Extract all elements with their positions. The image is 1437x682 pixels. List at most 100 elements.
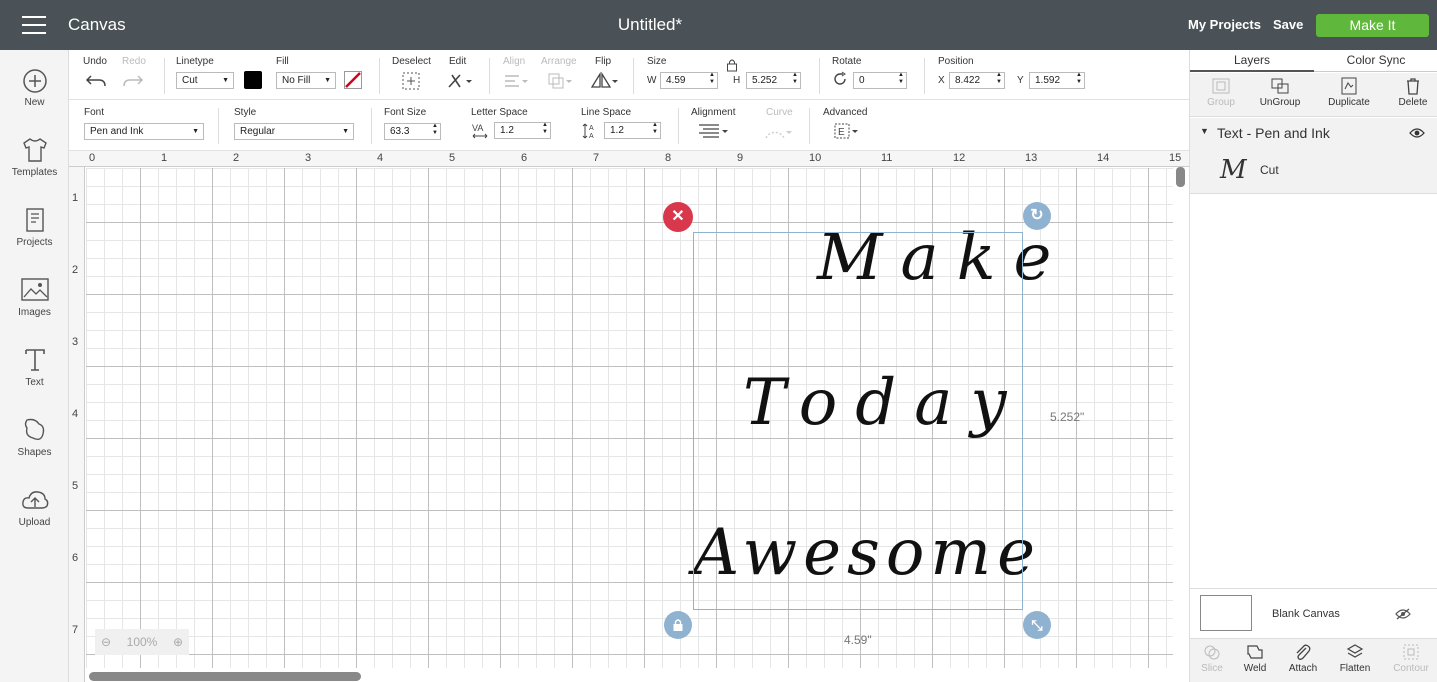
hidden-eye-icon[interactable] — [1395, 608, 1411, 620]
height-input[interactable]: 5.252 — [746, 72, 801, 89]
duplicate-icon — [1341, 77, 1357, 95]
my-projects-link[interactable]: My Projects — [1188, 17, 1261, 32]
trash-icon — [1407, 78, 1419, 95]
tab-layers[interactable]: Layers — [1190, 53, 1314, 72]
letter-space-input[interactable]: 1.2 — [494, 122, 551, 139]
redo-label: Redo — [122, 56, 146, 67]
horizontal-scrollbar[interactable] — [89, 672, 361, 681]
ruler-y-label: 2 — [72, 264, 79, 276]
projects-icon — [25, 208, 44, 232]
weld-button[interactable]: Weld — [1230, 643, 1280, 674]
ruler-y-label: 1 — [72, 192, 79, 204]
layer-group-row[interactable]: ▼ Text - Pen and Ink — [1190, 118, 1437, 148]
sidebar-item-label: Templates — [11, 167, 58, 178]
width-input[interactable]: 4.59 — [660, 72, 718, 89]
redo-icon[interactable] — [122, 72, 144, 90]
sidebar-item-upload[interactable]: Upload — [0, 486, 69, 528]
alignment-label: Alignment — [691, 107, 736, 118]
width-dimension: 4.59" — [844, 633, 872, 647]
eye-icon[interactable] — [1409, 127, 1425, 139]
line-space-label: Line Space — [581, 107, 632, 118]
sidebar-item-templates[interactable]: Templates — [0, 136, 69, 178]
sidebar-item-new[interactable]: New — [0, 68, 69, 108]
contour-button[interactable]: Contour — [1386, 643, 1436, 674]
layers-panel: Layers Color Sync Group UnGroup Duplicat… — [1189, 50, 1437, 682]
bottom-layer-tools: Slice Weld Attach Flatten Contour — [1190, 638, 1437, 682]
text-align-icon[interactable] — [697, 123, 731, 139]
font-select[interactable]: Pen and Ink — [84, 123, 204, 140]
sidebar-item-projects[interactable]: Projects — [0, 206, 69, 248]
deselect-icon[interactable] — [401, 71, 421, 91]
selection-box[interactable] — [693, 232, 1023, 610]
flatten-button[interactable]: Flatten — [1330, 643, 1380, 674]
attach-button[interactable]: Attach — [1278, 643, 1328, 674]
make-it-button[interactable]: Make It — [1316, 14, 1429, 37]
linetype-color-swatch[interactable] — [244, 71, 262, 89]
ruler-x-label: 11 — [881, 152, 893, 164]
flatten-label: Flatten — [1339, 663, 1371, 674]
sidebar-item-images[interactable]: Images — [0, 276, 69, 318]
x-label: X — [938, 75, 945, 86]
rotate-icon — [834, 71, 846, 85]
ruler-x-label: 7 — [593, 152, 600, 164]
tab-color-sync[interactable]: Color Sync — [1314, 53, 1437, 67]
expand-arrow-icon[interactable]: ▼ — [1200, 126, 1209, 136]
fill-select[interactable]: No Fill — [276, 72, 336, 89]
lock-icon[interactable] — [726, 58, 738, 72]
lock-handle[interactable] — [664, 611, 692, 639]
zoom-out-button[interactable]: ⊖ — [101, 629, 111, 655]
linetype-label: Linetype — [176, 56, 214, 67]
ruler-x-label: 0 — [89, 152, 96, 164]
flip-icon[interactable] — [589, 71, 619, 91]
duplicate-label: Duplicate — [1328, 97, 1370, 108]
rotate-handle[interactable]: ↻ — [1023, 202, 1051, 230]
ungroup-button[interactable]: UnGroup — [1249, 77, 1311, 108]
resize-icon: ⤡ — [1031, 617, 1043, 633]
ruler-y-label: 7 — [72, 624, 79, 636]
ruler-x-label: 12 — [953, 152, 966, 164]
save-button[interactable]: Save — [1273, 17, 1303, 32]
sidebar-item-shapes[interactable]: Shapes — [0, 416, 69, 458]
delete-button[interactable]: Delete — [1382, 77, 1437, 108]
x-input[interactable]: 8.422 — [949, 72, 1005, 89]
blank-canvas-label: Blank Canvas — [1272, 608, 1340, 620]
document-title[interactable]: Untitled* — [570, 15, 730, 35]
line-space-input[interactable]: 1.2 — [604, 122, 661, 139]
position-label: Position — [938, 56, 974, 67]
letter-space-label: Letter Space — [471, 107, 528, 118]
vertical-scrollbar[interactable] — [1176, 167, 1185, 187]
fill-color-swatch[interactable] — [344, 71, 362, 89]
ruler-x-label: 4 — [377, 152, 384, 164]
font-size-input[interactable]: 63.3 — [384, 123, 441, 140]
group-button[interactable]: Group — [1190, 77, 1252, 108]
duplicate-button[interactable]: Duplicate — [1318, 77, 1380, 108]
edit-tools-icon[interactable] — [446, 71, 474, 91]
resize-handle[interactable]: ⤡ — [1023, 611, 1051, 639]
style-select[interactable]: Regular — [234, 123, 354, 140]
contour-label: Contour — [1393, 663, 1429, 674]
menu-icon[interactable] — [22, 16, 46, 34]
blank-canvas-row[interactable]: Blank Canvas — [1190, 588, 1437, 638]
design-canvas[interactable]: 0 1 2 3 4 5 6 7 8 9 10 11 12 13 14 15 1 … — [69, 151, 1189, 682]
advanced-icon[interactable]: E — [833, 122, 861, 140]
layer-item[interactable]: M Cut — [1190, 148, 1437, 194]
align-icon — [505, 75, 528, 87]
rotate-icon: ↻ — [1030, 207, 1044, 224]
font-label: Font — [84, 107, 105, 118]
layer-tools: Group UnGroup Duplicate Delete — [1190, 73, 1437, 117]
curve-label: Curve — [766, 107, 793, 118]
undo-icon[interactable] — [85, 72, 107, 90]
delete-handle[interactable]: ✕ — [663, 202, 693, 232]
linetype-select[interactable]: Cut — [176, 72, 234, 89]
height-label: H — [733, 75, 741, 86]
y-input[interactable]: 1.592 — [1029, 72, 1085, 89]
height-dimension: 5.252" — [1050, 410, 1085, 424]
edit-toolbar: Undo Redo Linetype Cut Fill No Fill Dese… — [69, 50, 1189, 100]
left-sidebar: New Templates Projects Images Text Shape… — [0, 50, 69, 682]
ruler-y-label: 4 — [72, 408, 79, 420]
layer-thumbnail: M — [1220, 155, 1247, 185]
rotate-input[interactable]: 0 — [853, 72, 907, 89]
ruler-x-label: 15 — [1169, 152, 1182, 164]
zoom-in-button[interactable]: ⊕ — [173, 629, 183, 655]
sidebar-item-text[interactable]: Text — [0, 346, 69, 388]
